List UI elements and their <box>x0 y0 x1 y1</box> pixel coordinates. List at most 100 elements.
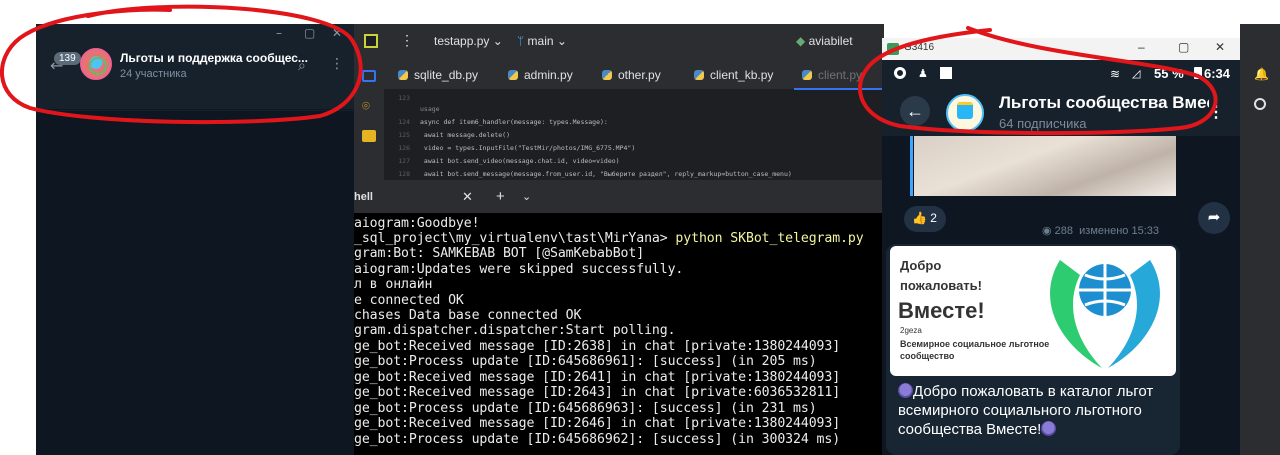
tab-admin[interactable]: admin.py <box>508 68 573 82</box>
welcome-post: Добро пожаловать! Вместе! 2geza Всемирно… <box>886 244 1180 455</box>
search-icon[interactable]: ⌕ <box>298 58 306 74</box>
android-status-bar: ♟ ≋ ◿ 55 % 6:34 <box>882 60 1240 88</box>
post-banner-image[interactable]: Добро пожаловать! Вместе! 2geza Всемирно… <box>890 246 1176 376</box>
code-line: 125 await message.delete() <box>384 131 510 139</box>
terminal-line: ge_bot:Received message [ID:2643] in cha… <box>354 385 841 400</box>
more-vert-icon[interactable]: ⋮ <box>330 56 344 72</box>
close-button[interactable]: ✕ <box>1215 40 1225 54</box>
terminal-line: ge_bot:Process update [ID:645686962]: [s… <box>354 432 841 447</box>
wifi-icon: ≋ <box>1110 67 1121 81</box>
python-file-icon <box>694 70 704 80</box>
terminal-line: gram:Bot: SAMKEBAB BOT [@SamKebabBot] <box>354 246 645 261</box>
line-number: 126 <box>398 144 410 152</box>
minimize-button[interactable]: – <box>1138 40 1145 54</box>
close-icon[interactable]: ✕ <box>462 189 473 205</box>
chat-title[interactable]: Льготы и поддержка сообщес... <box>120 51 308 65</box>
notifications-icon[interactable]: 🔔 <box>1254 68 1269 80</box>
tab-client-kb[interactable]: client_kb.py <box>694 68 773 82</box>
battery-percent: 55 % <box>1154 66 1184 81</box>
ide-window: ⋮ testapp.py ⌄ ᛘ main ⌄ ◆ aviabilet sqli… <box>354 24 884 455</box>
battery-icon <box>1194 67 1202 79</box>
share-icon[interactable]: ➦ <box>1198 202 1230 234</box>
post-photo[interactable] <box>914 136 1176 196</box>
terminal-line: л в онлайн <box>354 277 433 292</box>
branch-name: main <box>527 34 554 48</box>
banner-brand-text: Вместе! <box>898 298 985 323</box>
line-number: 125 <box>398 131 410 139</box>
terminal-line: ge_bot:Received message [ID:2646] in cha… <box>354 416 841 431</box>
emulator-name: G3416 <box>904 42 935 53</box>
chevron-down-icon[interactable]: ⌄ <box>522 190 531 203</box>
tab-label: client_kb.py <box>710 68 774 82</box>
terminal-line: aiogram:Goodbye! <box>354 216 480 231</box>
right-tool-strip: 🔔 <box>1240 24 1280 455</box>
maximize-button[interactable]: ▢ <box>304 26 315 40</box>
globe-logo-icon <box>1050 260 1160 368</box>
code-text: await bot.send_message(message.from_user… <box>420 170 792 178</box>
line-number: 127 <box>398 157 410 165</box>
banner-org-text: Всемирное социальное льготное сообщество <box>900 339 1050 361</box>
python-file-icon <box>602 70 612 80</box>
branch-selector[interactable]: ᛘ main ⌄ <box>517 34 567 48</box>
add-terminal-icon[interactable]: + <box>496 188 505 205</box>
code-line: 127 await bot.send_video(message.chat.id… <box>384 157 620 165</box>
channel-feed[interactable]: 👍 2 ◉ 288 изменено 15:33 ➦ Добро пожалов… <box>882 136 1240 455</box>
tab-label: other.py <box>618 68 661 82</box>
python-file-icon <box>508 70 518 80</box>
python-config-icon: ◆ <box>796 34 806 48</box>
tab-client[interactable]: client.py <box>802 68 862 82</box>
ide-toolbar: ⋮ testapp.py ⌄ ᛘ main ⌄ ◆ aviabilet <box>354 24 884 60</box>
code-text: await bot.send_video(message.chat.id, vi… <box>420 157 620 165</box>
minimize-button[interactable]: – <box>276 26 282 40</box>
pycharm-logo-icon <box>364 34 378 48</box>
code-line: usage <box>384 105 440 113</box>
back-arrow-icon[interactable]: ← <box>900 96 930 126</box>
emulator-titlebar: G3416 – ▢ ✕ <box>882 38 1240 60</box>
globe-emoji-icon <box>898 383 913 398</box>
tab-label: sqlite_db.py <box>414 68 479 82</box>
run-config-selector[interactable]: ◆ aviabilet <box>796 34 853 48</box>
more-vert-icon[interactable]: ⋮ <box>1208 102 1224 122</box>
terminal-output[interactable]: aiogram:Goodbye! _sql_project\my_virtual… <box>354 213 884 455</box>
main-menu-icon[interactable]: ⋮ <box>400 32 414 49</box>
channel-header: ← Льготы сообщества Вместе 64 подписчика… <box>882 88 1240 136</box>
code-line: 126 video = types.InputFile("TestMir/pho… <box>384 144 635 152</box>
post-meta: ◉ 288 изменено 15:33 <box>1042 224 1159 237</box>
close-button[interactable]: ✕ <box>332 26 342 40</box>
eye-icon: ◉ <box>1042 225 1052 237</box>
channel-avatar[interactable] <box>946 94 984 132</box>
code-text: await message.delete() <box>420 131 511 139</box>
record-icon <box>894 67 906 79</box>
reaction-count: 2 <box>930 211 937 225</box>
tab-sqlite-db[interactable]: sqlite_db.py <box>398 68 478 82</box>
group-avatar[interactable] <box>80 48 112 80</box>
emulator-app-icon <box>887 43 899 55</box>
unread-badge: 139 <box>54 52 81 65</box>
maximize-button[interactable]: ▢ <box>1178 40 1189 54</box>
terminal-line: ge_bot:Process update [ID:645686961]: [s… <box>354 354 817 369</box>
project-view-icon[interactable] <box>362 70 376 82</box>
terminal-line: gram.dispatcher.dispatcher:Start polling… <box>354 323 676 338</box>
status-time: 6:34 <box>1204 66 1231 81</box>
terminal-line: e connected OK <box>354 293 464 308</box>
commit-icon[interactable]: ⌾ <box>362 99 376 112</box>
globe-emoji-icon <box>1041 421 1057 436</box>
banner-small-text: 2geza <box>900 326 922 335</box>
windows-icon <box>940 67 952 79</box>
window-controls: – ▢ ✕ <box>36 24 354 46</box>
terminal-line: ge_bot:Received message [ID:2641] in cha… <box>354 370 841 385</box>
line-number: 124 <box>398 118 410 126</box>
tab-other[interactable]: other.py <box>602 68 661 82</box>
quote-bar <box>910 136 913 196</box>
code-editor[interactable]: 123 usage 124 async def item6_handler(mes… <box>384 90 884 180</box>
reaction-thumbs-up[interactable]: 👍 2 <box>904 206 946 232</box>
command-text: python SKBot_telegram.py <box>675 231 864 246</box>
prompt-text: _sql_project\my_virtualenv\tast\MirYana> <box>354 231 676 246</box>
search-icon[interactable] <box>1254 98 1266 110</box>
structure-icon[interactable] <box>362 130 376 142</box>
project-selector[interactable]: testapp.py ⌄ <box>434 34 503 48</box>
terminal-line: aiogram:Updates were skipped successfull… <box>354 262 684 277</box>
terminal-tab[interactable]: hell <box>354 191 373 203</box>
channel-title[interactable]: Льготы сообщества Вместе <box>999 93 1209 113</box>
code-text: async def item6_handler(message: types.M… <box>420 118 608 126</box>
